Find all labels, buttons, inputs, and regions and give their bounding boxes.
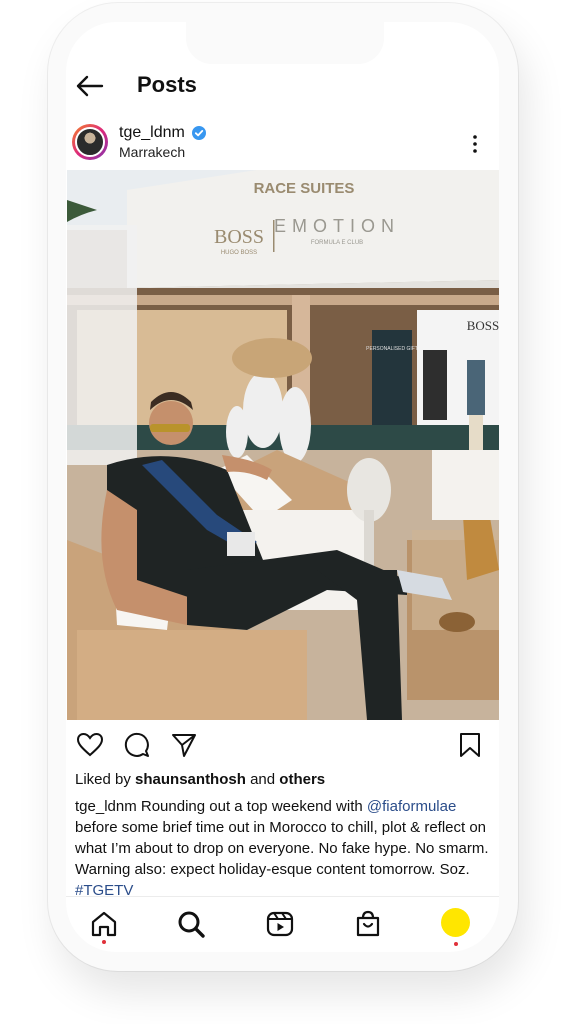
comment-icon[interactable]: [123, 731, 151, 759]
likes-line: Liked by shaunsanthosh and others: [75, 771, 325, 788]
bookmark-icon[interactable]: [456, 731, 484, 759]
reels-icon[interactable]: [265, 909, 295, 939]
caption-mention[interactable]: @fiaformulae: [367, 798, 456, 815]
photo-sign-emotion: EMOTION: [274, 216, 400, 236]
page-title: Posts: [137, 72, 197, 97]
photo-sign-hugo-boss: HUGO BOSS: [221, 250, 257, 256]
search-icon[interactable]: [176, 909, 206, 939]
home-notification-dot: [102, 940, 106, 944]
avatar[interactable]: [72, 124, 108, 160]
likes-prefix: Liked by: [75, 771, 136, 788]
arrow-left-icon[interactable]: [74, 73, 104, 99]
photo-sign-personalised-gift: PERSONALISED GIFT: [366, 346, 418, 352]
profile-avatar[interactable]: [441, 908, 470, 937]
likes-others[interactable]: others: [279, 771, 325, 788]
caption-username[interactable]: tge_ldnm: [75, 798, 137, 815]
shop-icon[interactable]: [353, 909, 383, 939]
phone-notch: [186, 22, 384, 64]
post-photo[interactable]: RACE SUITES BOSS HUGO BOSS EMOTION FORMU…: [67, 170, 499, 720]
photo-sign-race-suites: RACE SUITES: [254, 180, 355, 197]
share-icon[interactable]: [170, 731, 198, 759]
photo-sign-formula-e-club: FORMULA E CLUB: [311, 240, 363, 246]
caption-text-2: before some brief time out in Morocco to…: [75, 819, 489, 878]
profile-notification-dot: [454, 942, 458, 946]
post-location[interactable]: Marrakech: [119, 144, 185, 160]
photo-sign-booth-boss: BOSS: [467, 318, 499, 333]
home-icon[interactable]: [89, 909, 119, 939]
likes-middle: and: [245, 771, 280, 788]
likes-user[interactable]: shaunsanthosh: [135, 771, 246, 788]
heart-icon[interactable]: [76, 731, 104, 759]
post-username[interactable]: tge_ldnm: [119, 124, 185, 142]
caption-text-1: Rounding out a top weekend with: [136, 798, 367, 815]
post-caption: tge_ldnm Rounding out a top weekend with…: [75, 796, 495, 901]
bottom-nav-divider: [66, 896, 499, 897]
more-options-icon[interactable]: [468, 134, 482, 154]
photo-sign-boss: BOSS: [214, 226, 264, 248]
verified-badge-icon: [192, 126, 206, 140]
